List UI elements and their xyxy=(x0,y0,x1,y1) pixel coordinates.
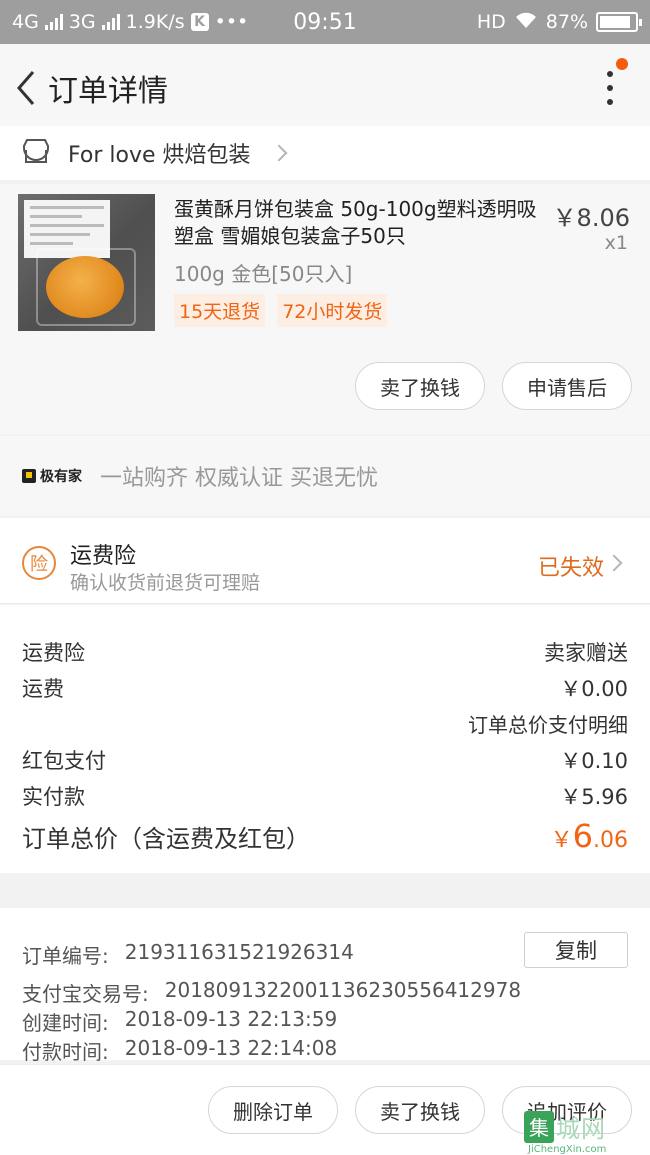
network-3g-label: 3G xyxy=(68,11,96,33)
promo-banner: 极有家 一站购齐 权威认证 买退无忧 xyxy=(0,436,650,516)
shop-row[interactable]: For love 烘焙包装 xyxy=(0,126,650,180)
sell-for-cash-button[interactable]: 卖了换钱 xyxy=(355,1086,485,1134)
signal-icon xyxy=(101,14,120,30)
chevron-right-icon xyxy=(270,144,287,162)
cost-summary: 运费险 卖家赠送 运费 ￥0.00 订单总价支付明细 红包支付 ￥0.10 实付… xyxy=(0,605,650,873)
order-total-row: 订单总价（含运费及红包） ￥6.06 xyxy=(22,817,628,855)
shipping-insurance-row[interactable]: 险 运费险 确认收货前退货可理赔 已失效 xyxy=(0,518,650,604)
jiyoujia-logo: 极有家 xyxy=(22,466,82,486)
wifi-icon xyxy=(514,11,538,34)
insurance-desc: 确认收货前退货可理赔 xyxy=(70,572,261,594)
insurance-icon: 险 xyxy=(22,546,56,580)
cost-row: 运费险 卖家赠送 xyxy=(22,637,628,667)
product-spec: 100g 金色[50只入] xyxy=(174,262,353,286)
insurance-status: 已失效 xyxy=(537,556,604,581)
alipay-number: 2018091322001136230556412978 xyxy=(164,978,522,1002)
alipay-no-row: 支付宝交易号: 2018091322001136230556412978 xyxy=(22,978,522,1006)
sell-for-cash-button[interactable]: 卖了换钱 xyxy=(355,362,485,410)
product-quantity: x1 xyxy=(604,232,628,254)
order-number: 219311631521926314 xyxy=(124,940,354,964)
product-card[interactable]: 蛋黄酥月饼包装盒 50g-100g塑料透明吸塑盒 雪媚娘包装盒子50只 ￥8.0… xyxy=(0,184,650,434)
order-number-row: 订单编号: 219311631521926314 xyxy=(22,940,354,968)
more-notifications-icon: ••• xyxy=(214,11,249,33)
copy-button[interactable]: 复制 xyxy=(524,932,628,968)
product-price: ￥8.06 xyxy=(552,204,630,232)
page-title: 订单详情 xyxy=(48,74,168,109)
battery-icon xyxy=(596,12,642,32)
insurance-title: 运费险 xyxy=(70,544,137,569)
created-time: 2018-09-13 22:13:59 xyxy=(124,1007,338,1031)
cost-value: 卖家赠送 xyxy=(544,641,628,665)
delete-order-button[interactable]: 删除订单 xyxy=(208,1086,338,1134)
shop-name: For love 烘焙包装 xyxy=(68,143,251,168)
cost-label: 运费险 xyxy=(22,641,85,665)
more-menu-icon[interactable] xyxy=(600,68,620,108)
order-total-label: 订单总价（含运费及红包） xyxy=(22,825,310,853)
promo-text: 一站购齐 权威认证 买退无忧 xyxy=(100,466,378,491)
battery-percent: 87% xyxy=(545,11,588,33)
cost-row: 实付款 ￥5.96 xyxy=(22,781,628,811)
cost-row: 红包支付 ￥0.10 xyxy=(22,745,628,775)
product-title[interactable]: 蛋黄酥月饼包装盒 50g-100g塑料透明吸塑盒 雪媚娘包装盒子50只 xyxy=(174,196,544,250)
notification-dot xyxy=(616,58,628,70)
return-policy-tag: 15天退货 xyxy=(174,294,266,327)
network-4g-label: 4G xyxy=(12,11,39,33)
network-speed: 1.9K/s xyxy=(125,11,185,33)
created-time-row: 创建时间: 2018-09-13 22:13:59 xyxy=(22,1007,338,1035)
order-total-value: ￥6.06 xyxy=(550,817,628,855)
cost-label: 运费 xyxy=(22,677,64,701)
nav-bar: 订单详情 xyxy=(0,44,650,132)
status-bar: 4G 3G 1.9K/s K ••• 09:51 HD 87% xyxy=(0,0,650,44)
paid-time: 2018-09-13 22:14:08 xyxy=(124,1036,338,1060)
back-arrow-icon[interactable] xyxy=(4,58,48,118)
chevron-right-icon xyxy=(605,554,623,572)
k-app-icon: K xyxy=(190,13,209,31)
payment-detail-link[interactable]: 订单总价支付明细 xyxy=(468,709,628,738)
cost-value: ￥5.96 xyxy=(560,785,628,809)
cost-value: ￥0.00 xyxy=(560,677,628,701)
paid-time-row: 付款时间: 2018-09-13 22:14:08 xyxy=(22,1036,338,1064)
product-image[interactable] xyxy=(18,194,155,331)
after-sale-button[interactable]: 申请售后 xyxy=(502,362,632,410)
watermark-logo: 集 xyxy=(524,1110,554,1143)
hd-label: HD xyxy=(476,11,506,33)
signal-icon xyxy=(44,14,63,30)
store-icon xyxy=(22,138,50,168)
cost-label: 红包支付 xyxy=(22,749,106,773)
cost-value: ￥0.10 xyxy=(560,749,628,773)
order-info: 订单编号: 219311631521926314 复制 支付宝交易号: 201809… xyxy=(0,908,650,1064)
shipping-time-tag: 72小时发货 xyxy=(277,294,388,327)
site-watermark: 集 城网 JiChengXin.com xyxy=(524,1109,650,1155)
cost-row: 运费 ￥0.00 xyxy=(22,673,628,703)
cost-label: 实付款 xyxy=(22,785,85,809)
